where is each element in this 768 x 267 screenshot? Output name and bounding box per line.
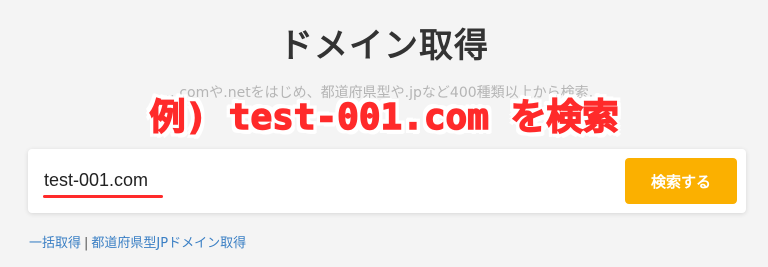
- link-separator: |: [84, 236, 89, 251]
- page-title: ドメイン取得: [279, 26, 489, 66]
- bulk-acquire-link[interactable]: 一括取得: [29, 236, 81, 251]
- prefecture-jp-domain-link[interactable]: 都道府県型JPドメイン取得: [91, 236, 246, 251]
- search-button[interactable]: 検索する: [625, 158, 737, 204]
- domain-search-input[interactable]: [44, 163, 604, 197]
- example-annotation: 例) test-001.com を検索: [149, 96, 620, 139]
- input-highlight-underline: [43, 195, 163, 198]
- footer-links: 一括取得 | 都道府県型JPドメイン取得: [29, 232, 246, 251]
- search-box: 検索する: [28, 149, 746, 213]
